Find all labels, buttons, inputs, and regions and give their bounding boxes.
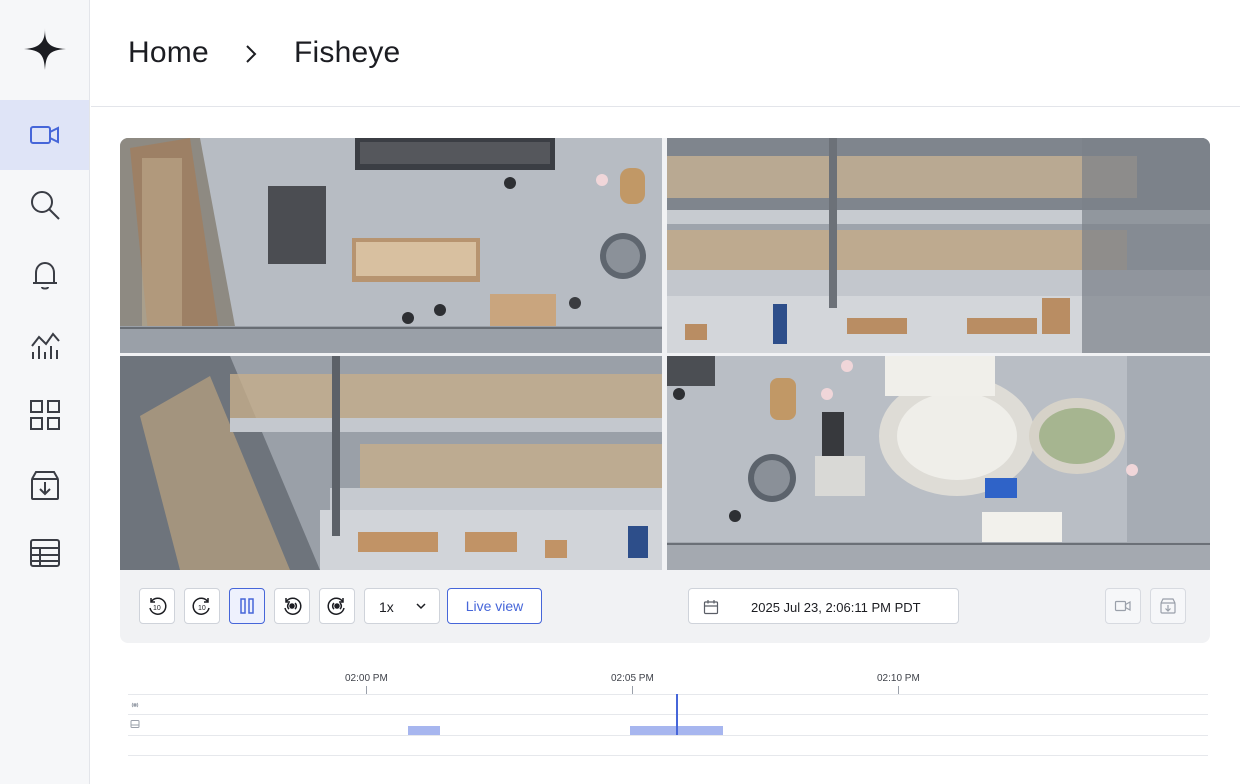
datetime-value: 2025 Jul 23, 2:06:11 PM PDT [751, 600, 921, 615]
camera-view-3[interactable] [120, 356, 662, 570]
datetime-picker[interactable]: 2025 Jul 23, 2:06:11 PM PDT [688, 588, 959, 624]
timeline-divider [128, 755, 1208, 756]
archive-download-icon [30, 471, 59, 500]
camera-view-1[interactable] [120, 138, 662, 353]
live-view-button[interactable]: Live view [447, 588, 542, 624]
search-icon [30, 191, 60, 220]
camera-grid [120, 138, 1210, 570]
download-button[interactable] [1150, 588, 1186, 624]
chevron-down-icon [416, 603, 426, 610]
archive-download-icon [1160, 598, 1176, 614]
pause-button[interactable] [229, 588, 265, 624]
calendar-icon [703, 600, 719, 615]
video-camera-icon [1114, 600, 1131, 612]
forward-motion-icon [327, 597, 345, 615]
video-player: 10 10 1x Live view 2025 Jul 23, 2:06:11 … [120, 138, 1210, 643]
sidebar [0, 0, 90, 784]
timeline-divider [128, 714, 1208, 715]
timeline-tick [366, 686, 367, 694]
sidebar-item-dashboard[interactable] [0, 380, 89, 450]
table-icon [29, 539, 60, 567]
timeline-divider [128, 735, 1208, 736]
svg-text:10: 10 [198, 605, 206, 612]
sidebar-item-analytics[interactable] [0, 310, 89, 380]
timeline-tick-label: 02:10 PM [877, 673, 920, 684]
sidebar-item-table[interactable] [0, 518, 89, 588]
pause-icon [240, 598, 254, 614]
chevron-right-icon [246, 45, 257, 63]
page-title: Fisheye [294, 36, 401, 69]
chart-icon [30, 332, 60, 359]
camera-view-2[interactable] [667, 138, 1210, 353]
timeline-tick [632, 686, 633, 694]
bell-icon [32, 261, 57, 290]
rewind-10-icon: 10 [149, 597, 167, 615]
timeline-tick-label: 02:05 PM [611, 673, 654, 684]
playback-controls: 10 10 1x Live view 2025 Jul 23, 2:06:11 … [120, 570, 1210, 643]
rewind-10-button[interactable]: 10 [139, 588, 175, 624]
header: Home Fisheye [91, 0, 1240, 107]
sidebar-item-cameras[interactable] [0, 100, 89, 170]
rewind-motion-button[interactable] [274, 588, 310, 624]
forward-motion-button[interactable] [319, 588, 355, 624]
timeline-tick-label: 02:00 PM [345, 673, 388, 684]
timeline-playhead[interactable] [676, 694, 678, 735]
breadcrumb-home[interactable]: Home [128, 36, 209, 70]
timeline-divider [128, 694, 1208, 695]
video-camera-icon [29, 126, 59, 144]
forward-10-button[interactable]: 10 [184, 588, 220, 624]
recording-segment[interactable] [408, 726, 440, 735]
timeline[interactable]: 02:00 PM 02:05 PM 02:10 PM [128, 664, 1208, 764]
playback-speed-value: 1x [379, 599, 394, 615]
forward-10-icon: 10 [192, 597, 210, 615]
rewind-motion-icon [284, 597, 302, 615]
sidebar-item-archive[interactable] [0, 450, 89, 520]
svg-text:10: 10 [153, 605, 161, 612]
motion-icon [131, 702, 139, 708]
export-video-button[interactable] [1105, 588, 1141, 624]
timeline-tick [898, 686, 899, 694]
sidebar-item-search[interactable] [0, 170, 89, 240]
storage-icon [130, 720, 140, 728]
logo-icon [24, 28, 66, 70]
grid-icon [29, 400, 60, 430]
camera-view-4[interactable] [667, 356, 1210, 570]
playback-speed-select[interactable]: 1x [364, 588, 440, 624]
sidebar-item-alerts[interactable] [0, 240, 89, 310]
